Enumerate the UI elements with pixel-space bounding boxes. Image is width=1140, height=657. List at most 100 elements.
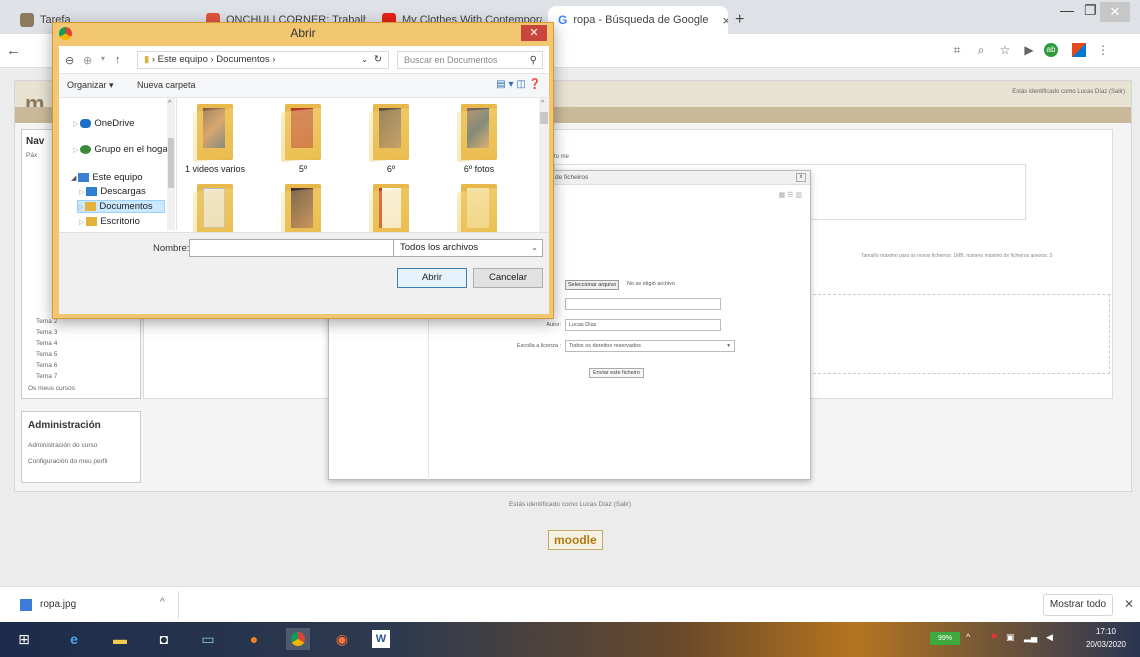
- folder-item[interactable]: 6º: [355, 104, 427, 174]
- nav-item-tema4[interactable]: Tema 4: [36, 340, 57, 347]
- folder-item[interactable]: [179, 184, 251, 232]
- footer-login-info[interactable]: Estás identificado como Lucas Díaz (Sali…: [0, 501, 1140, 508]
- media-icon[interactable]: ▶: [1022, 43, 1036, 57]
- folder-icon: [85, 201, 97, 211]
- admin-item-course[interactable]: Administración do curso: [28, 442, 97, 450]
- word-icon[interactable]: W: [372, 630, 390, 648]
- new-tab-button[interactable]: +: [735, 11, 744, 29]
- zoom-icon[interactable]: ⌕: [974, 43, 988, 57]
- folder-item[interactable]: 1 videos varios: [179, 104, 251, 174]
- edge-icon[interactable]: e: [62, 628, 86, 650]
- tray-app-icon[interactable]: ▣: [1006, 632, 1015, 643]
- tree-item-homegroup[interactable]: ▷ Grupo en el hogar: [73, 144, 171, 155]
- search-documents-input[interactable]: Buscar en Documentos ⚲: [397, 51, 543, 69]
- tree-item-desktop[interactable]: ▷ Escritorio: [79, 216, 140, 227]
- view-options-icons[interactable]: ▤ ▾ ◫ ❓: [496, 79, 541, 90]
- nav-item-tema5[interactable]: Tema 5: [36, 351, 57, 358]
- bookmark-star-icon[interactable]: ☆: [998, 43, 1012, 57]
- dialog-close-button[interactable]: ✕: [521, 25, 547, 41]
- license-select[interactable]: Todos os dereitos reservados ▾: [565, 340, 735, 352]
- translate-icon[interactable]: ⌗: [950, 43, 964, 57]
- tab-google[interactable]: G ropa - Búsqueda de Google ×: [548, 6, 728, 34]
- address-bar[interactable]: ▮ › Este equipo › Documentos › ⌄ ↻: [137, 51, 389, 69]
- select-file-button[interactable]: Seleccionar arquivo: [565, 280, 620, 290]
- scroll-thumb[interactable]: [540, 112, 548, 124]
- maximize-button[interactable]: ❐: [1084, 2, 1097, 19]
- volume-icon[interactable]: ◀: [1046, 632, 1053, 643]
- address-path: › Este equipo › Documentos ›: [151, 54, 276, 65]
- clock-date[interactable]: 20/03/2020: [1080, 640, 1132, 649]
- back-arrow-icon[interactable]: ←: [6, 42, 21, 59]
- forward-icon[interactable]: ⊕: [83, 54, 92, 67]
- network-icon[interactable]: ⚑: [990, 632, 998, 643]
- new-folder-button[interactable]: Nueva carpeta: [137, 80, 196, 90]
- nav-item-tema6[interactable]: Tema 6: [36, 362, 57, 369]
- monitor-icon[interactable]: ▭: [196, 628, 220, 650]
- save-as-input[interactable]: [565, 298, 721, 310]
- nav-item-tema2[interactable]: Tema 2: [36, 318, 57, 325]
- chevron-up-icon[interactable]: ^: [160, 597, 165, 608]
- files-scrollbar[interactable]: ^: [539, 98, 549, 232]
- file-picker-close-button[interactable]: x: [796, 173, 806, 182]
- up-arrow-icon[interactable]: ↑: [115, 54, 121, 66]
- chrome-icon[interactable]: [286, 628, 310, 650]
- view-mode-icons[interactable]: ▦ ☰ ▥: [779, 191, 802, 199]
- upload-file-button[interactable]: Enviar este ficheiro: [589, 368, 644, 378]
- firefox-icon[interactable]: ◉: [330, 628, 354, 650]
- battery-indicator[interactable]: 99%: [930, 632, 960, 645]
- close-downloads-icon[interactable]: ✕: [1124, 597, 1134, 611]
- nav-item-tema7[interactable]: Tema 7: [36, 373, 57, 380]
- moodle-logo[interactable]: moodle: [548, 530, 603, 550]
- show-all-button[interactable]: Mostrar todo: [1043, 594, 1113, 616]
- office-extension-icon[interactable]: [1072, 43, 1086, 57]
- folder-item[interactable]: 5º: [267, 104, 339, 174]
- login-info[interactable]: Estás identificado como Lucas Díaz (Sali…: [1012, 89, 1125, 95]
- tree-item-onedrive[interactable]: ▷ OneDrive: [73, 118, 134, 129]
- file-type-select[interactable]: Todos los archivos ⌄: [393, 239, 543, 257]
- recent-locations-icon[interactable]: ▾: [101, 54, 105, 63]
- cancel-button[interactable]: Cancelar: [473, 268, 543, 288]
- expand-icon: ▷: [73, 121, 81, 128]
- folder-label: 5º: [298, 164, 308, 174]
- windows-start-icon[interactable]: ⊞: [12, 628, 36, 650]
- downloads-icon: [86, 186, 98, 196]
- folder-item[interactable]: [355, 184, 427, 232]
- author-input[interactable]: Lucas Díaz: [565, 319, 721, 331]
- chevron-up-icon[interactable]: ^: [966, 632, 970, 642]
- organize-menu[interactable]: Organizar ▾: [67, 80, 114, 91]
- tree-item-downloads[interactable]: ▷ Descargas: [79, 186, 146, 197]
- scroll-up-icon[interactable]: ^: [168, 100, 171, 107]
- file-explorer-icon[interactable]: ▬: [108, 628, 132, 650]
- clock-time[interactable]: 17:10: [1086, 627, 1126, 636]
- nav-item-home[interactable]: Páx: [26, 152, 37, 159]
- scroll-thumb[interactable]: [168, 138, 174, 188]
- tree-item-this-pc[interactable]: ◢ Este equipo: [71, 172, 143, 183]
- folder-icon: [281, 104, 325, 163]
- back-icon[interactable]: ⊖: [65, 54, 74, 67]
- app-icon[interactable]: ●: [242, 628, 266, 650]
- nav-item-my-courses[interactable]: Os meus cursos: [28, 385, 75, 392]
- window-close-button[interactable]: ✕: [1100, 2, 1130, 22]
- folder-item[interactable]: 6º fotos: [443, 104, 515, 174]
- chevron-down-icon[interactable]: ⌄: [361, 52, 368, 68]
- wifi-signal-icon[interactable]: ▂▄: [1024, 632, 1037, 643]
- tree-label: Escritorio: [100, 216, 140, 227]
- folder-item[interactable]: [267, 184, 339, 232]
- folder-icon: ▮: [144, 54, 150, 65]
- download-file-name[interactable]: ropa.jpg: [40, 599, 76, 610]
- menu-dots-icon[interactable]: ⋮: [1096, 43, 1110, 57]
- file-name-input[interactable]: ⌄: [189, 239, 403, 257]
- tree-item-documents[interactable]: ▷ Documentos: [77, 200, 165, 213]
- open-button[interactable]: Abrir: [397, 268, 467, 288]
- folder-item[interactable]: [443, 184, 515, 232]
- refresh-icon[interactable]: ↻: [374, 52, 382, 68]
- tab-close-icon[interactable]: ×: [723, 13, 729, 28]
- minimize-button[interactable]: —: [1060, 2, 1074, 18]
- store-icon[interactable]: ◘: [152, 628, 176, 650]
- nav-item-tema3[interactable]: Tema 3: [36, 329, 57, 336]
- tree-scrollbar[interactable]: ^: [167, 98, 175, 230]
- admin-item-profile[interactable]: Configuración do meu perfil: [28, 458, 108, 466]
- extension-icon[interactable]: ab: [1044, 43, 1058, 57]
- scroll-up-icon[interactable]: ^: [541, 100, 544, 107]
- search-placeholder: Buscar en Documentos: [404, 55, 498, 65]
